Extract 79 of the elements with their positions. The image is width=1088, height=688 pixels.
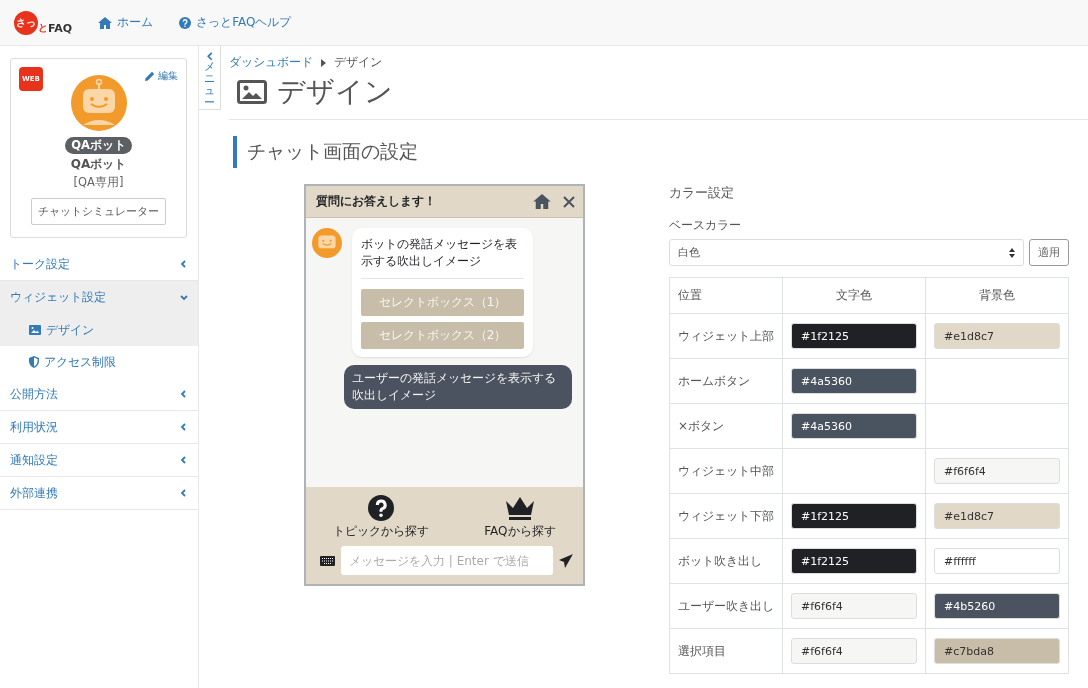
color-input[interactable]: #4a5360: [791, 368, 917, 394]
nav-link[interactable]: さっとFAQヘルプ: [179, 14, 292, 31]
table-cell: ウィジェット上部: [669, 313, 783, 359]
table-cell: ユーザー吹き出し: [669, 583, 783, 629]
table-cell: ×ボタン: [669, 403, 783, 449]
color-input[interactable]: #f6f6f4: [934, 458, 1060, 484]
image-icon: [29, 325, 41, 335]
shortcut-button[interactable]: トピックから探す: [333, 495, 430, 540]
sidebar-item[interactable]: 利用状況: [0, 411, 198, 444]
sidebar-subitem[interactable]: デザイン: [0, 314, 198, 346]
chevron-left-icon: [205, 52, 214, 61]
keyboard-icon[interactable]: [320, 555, 335, 566]
page-title: デザイン: [277, 74, 393, 110]
column-header: 位置: [669, 277, 783, 314]
section-title: チャット画面の設定: [233, 136, 1088, 168]
table-cell: ボット吹き出し: [669, 538, 783, 584]
help-icon: [179, 16, 192, 29]
chat-simulator-button[interactable]: チャットシミュレーター: [31, 198, 166, 225]
sidebar-item[interactable]: 通知設定: [0, 444, 198, 477]
chevron-down-icon: [180, 293, 188, 302]
sidebar-subitem[interactable]: アクセス制限: [0, 346, 198, 378]
sidebar-item[interactable]: 外部連携: [0, 477, 198, 510]
sidebar-item[interactable]: ウィジェット設定: [0, 281, 198, 314]
color-input[interactable]: #1f2125: [791, 548, 917, 574]
robot-avatar-icon: [312, 228, 342, 258]
color-input[interactable]: #f6f6f4: [791, 638, 917, 664]
table-cell: ウィジェット下部: [669, 493, 783, 539]
shield-icon: [29, 356, 39, 368]
message-input[interactable]: メッセージを入力 | Enter で送信: [341, 546, 553, 575]
color-input[interactable]: #ffffff: [934, 548, 1060, 574]
logo-mark: さっ: [14, 10, 38, 35]
base-color-select[interactable]: 白色: [669, 239, 1024, 266]
robot-avatar-icon: [70, 75, 127, 131]
home-icon[interactable]: [533, 194, 551, 209]
sidebar-item[interactable]: 公開方法: [0, 378, 198, 411]
bot-note: [QA専用]: [73, 175, 124, 190]
chevron-left-icon: [180, 390, 188, 398]
close-icon[interactable]: [563, 195, 575, 208]
bot-message: ボットの発話メッセージを表示する吹出しイメージ: [361, 236, 524, 279]
question-icon: [368, 495, 395, 521]
color-input[interactable]: #4a5360: [791, 413, 917, 439]
widget-title: 質問にお答えします！: [316, 194, 437, 209]
caret-right-icon: [321, 58, 326, 67]
color-input[interactable]: #f6f6f4: [791, 593, 917, 619]
color-input[interactable]: #e1d8c7: [934, 323, 1060, 349]
sort-arrows-icon: [1009, 247, 1015, 258]
bot-tag: QAボット: [65, 137, 132, 154]
breadcrumb-link[interactable]: ダッシュボード: [229, 54, 313, 71]
table-cell: ホームボタン: [669, 358, 783, 404]
bot-name: QAボット: [70, 156, 127, 173]
menu-tab[interactable]: メニュー: [199, 46, 221, 110]
image-icon: [237, 80, 267, 104]
breadcrumb-current: デザイン: [334, 54, 382, 71]
home-icon: [98, 16, 113, 29]
chevron-left-icon: [180, 489, 188, 497]
chevron-left-icon: [180, 456, 188, 464]
chevron-left-icon: [180, 423, 188, 431]
edit-link[interactable]: 編集: [145, 69, 178, 83]
color-input[interactable]: #e1d8c7: [934, 503, 1060, 529]
base-color-label: ベースカラー: [669, 218, 742, 233]
table-cell: ウィジェット中部: [669, 448, 783, 494]
nav-link[interactable]: ホーム: [98, 14, 154, 31]
color-input[interactable]: #4b5260: [934, 593, 1060, 619]
color-settings-title: カラー設定: [669, 184, 735, 202]
table-cell: 選択項目: [669, 628, 783, 674]
chevron-left-icon: [180, 260, 188, 268]
user-message-bubble: ユーザーの発話メッセージを表示する吹出しイメージ: [344, 365, 572, 409]
apply-button[interactable]: 適用: [1029, 239, 1069, 266]
column-header: 文字色: [782, 277, 926, 314]
column-header: 背景色: [925, 277, 1069, 314]
color-input[interactable]: #c7bda8: [934, 638, 1060, 664]
color-input[interactable]: #1f2125: [791, 503, 917, 529]
send-icon[interactable]: [559, 553, 573, 568]
logo-text: FAQ: [48, 21, 73, 35]
pencil-icon: [145, 71, 155, 81]
crown-icon: [503, 495, 536, 521]
color-input[interactable]: #1f2125: [791, 323, 917, 349]
logo-text: と: [38, 20, 48, 35]
shortcut-button[interactable]: FAQから探す: [484, 495, 556, 540]
